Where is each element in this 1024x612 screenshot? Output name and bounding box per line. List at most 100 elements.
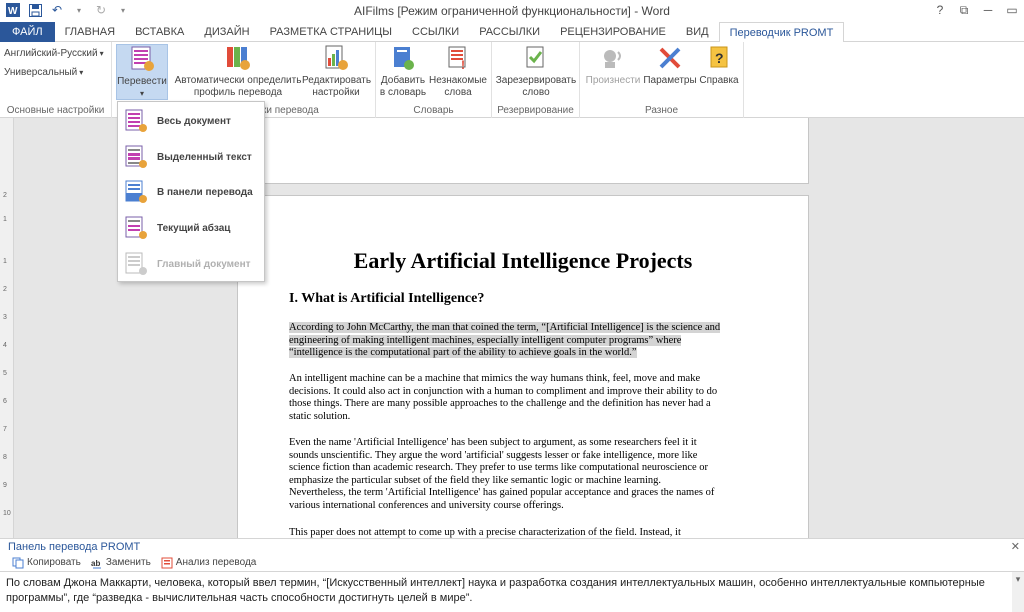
unknown-words-button[interactable]: ! Незнакомые слова [428, 44, 488, 99]
replace-button[interactable]: ab Заменить [91, 557, 151, 569]
settings-doc-icon [325, 45, 348, 70]
copy-icon [12, 557, 24, 568]
replace-icon: ab [91, 559, 101, 568]
ruler-tick: 6 [3, 398, 7, 405]
text-line: emphasize the particular subset of the f… [289, 474, 662, 486]
paragraph[interactable]: This paper does not attempt to come up w… [289, 527, 759, 538]
speak-button[interactable]: Произнести [584, 44, 642, 87]
ruler-tick: 10 [3, 510, 11, 517]
minimize-button[interactable]: ─ [976, 0, 1000, 20]
auto-profile-button[interactable]: Автоматически определить профиль перевода [174, 44, 302, 99]
tab-mailings[interactable]: РАССЫЛКИ [469, 22, 550, 42]
profile-dropdown[interactable]: Универсальный ▾ [4, 67, 83, 78]
dictionary-add-icon [394, 47, 414, 70]
svg-text:?: ? [715, 50, 724, 66]
tab-layout[interactable]: РАЗМЕТКА СТРАНИЦЫ [260, 22, 402, 42]
window-controls: ? ⧉ ─ ▭ [928, 0, 1024, 20]
tab-home[interactable]: ГЛАВНАЯ [55, 22, 125, 42]
text-line: static solution. [289, 410, 351, 422]
analyze-icon [161, 557, 173, 568]
tab-references[interactable]: ССЫЛКИ [402, 22, 469, 42]
menu-item-in-panel[interactable]: В панели перевода [121, 175, 263, 209]
vertical-ruler: 2 1 1 2 3 4 5 6 7 8 9 10 [0, 118, 14, 538]
translate-menu: Весь документ Выделенный текст В панели … [117, 101, 265, 282]
text-line: science fiction than academic research. … [289, 462, 709, 474]
text-line: Even the name 'Artificial Intelligence' … [289, 437, 697, 448]
window-title: AIFilms [Режим ограниченной функциональн… [354, 4, 670, 18]
ruler-tick: 3 [3, 314, 7, 321]
direction-dropdown[interactable]: Английский-Русский ▾ [4, 48, 104, 59]
ruler-tick: 7 [3, 426, 7, 433]
page-previous[interactable] [237, 118, 809, 184]
edit-settings-button[interactable]: Редактировать настройки [302, 44, 371, 99]
ruler-tick: 2 [3, 286, 7, 293]
group-label: Разное [644, 105, 679, 116]
text-line: “intelligence is the computational part … [289, 347, 637, 359]
translate-doc-icon [131, 46, 154, 71]
paragraph[interactable]: An intelligent machine can be a machine … [289, 373, 759, 423]
add-to-dictionary-button[interactable]: Добавить в словарь [378, 44, 428, 99]
ribbon-tabs: ФАЙЛ ГЛАВНАЯ ВСТАВКА ДИЗАЙН РАЗМЕТКА СТР… [0, 22, 1024, 43]
group-basic-settings: Английский-Русский ▾ Универсальный ▾ Основ… [0, 42, 112, 118]
close-icon[interactable]: ✕ [1011, 540, 1020, 553]
svg-text:ab: ab [91, 559, 100, 568]
ruler-tick: 5 [3, 370, 7, 377]
chevron-down-icon: ▾ [79, 68, 84, 77]
panel-scrollbar[interactable]: ▾ [1012, 572, 1024, 612]
text-line: those things. There are many possible ap… [289, 398, 711, 410]
help-icon: ? [710, 46, 728, 68]
copy-button[interactable]: Копировать [12, 557, 81, 569]
tab-review[interactable]: РЕЦЕНЗИРОВАНИЕ [550, 22, 676, 42]
group-label: ки перевода [262, 105, 319, 116]
group-label: Резервирование [497, 105, 574, 116]
text-line: sounds unscientific. They argue the word… [289, 449, 698, 461]
menu-item-current-paragraph[interactable]: Текущий абзац [121, 211, 263, 245]
ruler-tick: 9 [3, 482, 7, 489]
speaker-icon [604, 50, 621, 68]
text-line: According to John McCarthy, the man that… [289, 322, 721, 333]
menu-item-master-document: Главный документ [121, 247, 263, 281]
page-current[interactable]: Early Artificial Intelligence Projects I… [237, 195, 809, 538]
group-dictionary: Добавить в словарь ! Незнакомые слова Слов… [376, 42, 492, 118]
tab-promt[interactable]: Переводчик PROMT [718, 22, 845, 43]
ruler-tick: 8 [3, 454, 7, 461]
reserve-word-button[interactable]: Зарезервировать слово [494, 44, 578, 99]
maximize-button[interactable]: ▭ [1000, 0, 1024, 20]
svg-text:!: ! [461, 58, 465, 72]
analyze-translation-button[interactable]: Анализ перевода [161, 557, 256, 569]
translation-output[interactable]: По словам Джона Маккарти, человека, кото… [0, 572, 1024, 612]
text-line: This paper does not attempt to come up w… [289, 527, 681, 538]
paragraph[interactable]: Even the name 'Artificial Intelligence' … [289, 437, 759, 513]
text-line: Nevertheless, the term 'Artificial Intel… [289, 487, 715, 499]
help-ribbon-button[interactable]: ? Справка [698, 44, 740, 87]
translate-button[interactable]: Перевести ▾ [116, 44, 168, 100]
tab-view[interactable]: ВИД [676, 22, 719, 42]
reserve-icon [526, 46, 544, 68]
group-misc: Произнести Параметры ? Справка Разное [580, 42, 744, 118]
panel-translate-icon [125, 180, 147, 203]
menu-item-whole-document[interactable]: Весь документ [121, 104, 263, 138]
chevron-down-icon: ▾ [139, 89, 144, 98]
tab-file[interactable]: ФАЙЛ [0, 22, 55, 42]
text-line: An intelligent machine can be a machine … [289, 373, 701, 384]
parameters-button[interactable]: Параметры [642, 44, 698, 87]
text-line: engineering of making intelligent machin… [289, 334, 682, 346]
paragraph-selected[interactable]: According to John McCarthy, the man that… [289, 322, 759, 360]
chevron-down-icon: ▾ [99, 49, 104, 58]
panel-title: Панель перевода PROMT [8, 541, 141, 553]
help-button[interactable]: ? [928, 0, 952, 20]
ribbon-display-button[interactable]: ⧉ [952, 0, 976, 20]
group-label: Словарь [413, 105, 454, 116]
master-document-icon [125, 252, 147, 275]
paragraph-icon [125, 216, 147, 239]
text-line: various international conferences and un… [289, 499, 564, 511]
document-heading: I. What is Artificial Intelligence? [289, 291, 485, 306]
tab-design[interactable]: ДИЗАЙН [194, 22, 259, 42]
group-reserve: Зарезервировать слово Резервирование [492, 42, 580, 118]
translation-panel-header: Панель перевода PROMT ✕ [0, 538, 1024, 554]
menu-item-selected-text[interactable]: Выделенный текст [121, 140, 263, 174]
whole-document-icon [125, 109, 147, 132]
tab-insert[interactable]: ВСТАВКА [125, 22, 194, 42]
group-label: Основные настройки [6, 105, 105, 116]
scroll-arrow-icon: ▾ [1015, 574, 1021, 584]
